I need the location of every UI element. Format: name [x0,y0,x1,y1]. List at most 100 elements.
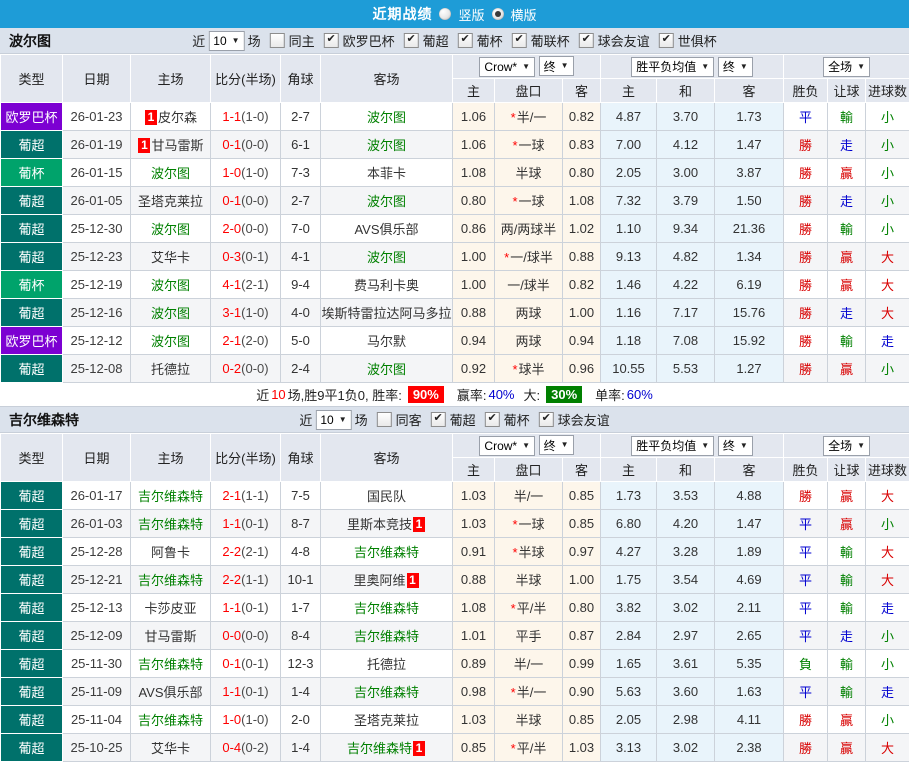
handicap: *半球 [495,538,563,566]
league-checkbox[interactable] [431,412,446,427]
corner-score: 2-4 [281,355,321,383]
handicap-text: 半/一 [517,110,547,125]
odds-group-header: Crow*▼ 终▼ [453,55,601,79]
handicap-text: 半球 [519,545,545,560]
vertical-layout-radio[interactable] [439,8,451,20]
same-venue-checkbox[interactable] [270,33,285,48]
half-time-score: (2-1) [241,544,268,559]
league-checkbox[interactable] [404,33,419,48]
league-checkbox[interactable] [539,412,554,427]
home-odds: 0.94 [453,327,495,355]
league-checkbox[interactable] [579,33,594,48]
home-team-cell: 1甘马雷斯 [131,131,211,159]
score-cell: 0-1(0-0) [211,131,281,159]
avg-time-select[interactable]: 终▼ [718,436,753,456]
caret-down-icon: ▼ [857,442,865,450]
result-cell: 平 [784,103,828,131]
select-value: 全场 [828,437,852,454]
odds-time-select[interactable]: 终▼ [539,56,574,76]
avg-away-odds: 21.36 [715,215,784,243]
bookmaker-select[interactable]: Crow*▼ [479,57,535,77]
handicap: *一球 [495,510,563,538]
match-date: 26-01-05 [63,187,131,215]
home-odds: 1.03 [453,706,495,734]
away-odds: 0.85 [563,510,601,538]
column-header: 日期 [63,434,131,482]
match-date: 26-01-23 [63,103,131,131]
corner-score: 7-0 [281,215,321,243]
early-odds-star: * [511,741,516,756]
avg-home-odds: 1.65 [601,650,657,678]
competition-badge: 葡超 [1,355,62,382]
goals-result-cell: 走 [866,594,909,622]
score-cell: 0-4(0-2) [211,734,281,762]
horizontal-layout-radio[interactable] [492,8,504,20]
league-checkbox[interactable] [458,33,473,48]
team-name: 波尔图 [367,110,406,125]
match-scope-select[interactable]: 全场 ▼ [823,436,870,456]
near-label: 近 [299,410,312,429]
competition-badge: 葡超 [1,299,62,326]
competition-badge: 葡超 [1,566,62,593]
avg-home-odds: 4.87 [601,103,657,131]
match-scope-select[interactable]: 全场▼ [823,57,870,77]
avg-draw-odds: 3.02 [657,734,715,762]
league-label: 欧罗巴杯 [343,31,395,50]
summary-segment: 30% [546,386,582,403]
games-count-select[interactable]: 10▼ [315,410,351,430]
avg-metric-select[interactable]: 胜平负均值▼ [631,436,714,456]
corner-score: 1-4 [281,678,321,706]
results-table: 类型日期主场比分(半场)角球客场Crow*▼ 终▼胜平负均值▼ 终▼全场▼主盘口… [0,433,909,762]
league-checkbox[interactable] [512,33,527,48]
handicap-result-cell: 輸 [828,594,866,622]
goals-result-cell: 大 [866,566,909,594]
team-name: 吉尔维森特 [354,601,419,616]
home-odds: 0.88 [453,299,495,327]
handicap-result-cell: 輸 [828,538,866,566]
home-odds: 0.88 [453,566,495,594]
summary-segment: 场,胜9平1负0, 胜率: [288,385,402,404]
column-header: 主场 [131,434,211,482]
avg-away-odds: 15.92 [715,327,784,355]
avg-away-odds: 1.63 [715,678,784,706]
bookmaker-select[interactable]: Crow*▼ [479,436,535,456]
caret-down-icon: ▼ [701,442,709,450]
avg-home-odds: 2.05 [601,159,657,187]
scope-group-header: 全场▼ [784,55,909,79]
avg-time-select[interactable]: 终▼ [718,57,753,77]
away-odds: 0.82 [563,103,601,131]
result-cell: 勝 [784,159,828,187]
half-time-score: (1-1) [241,488,268,503]
caret-down-icon: ▼ [232,37,240,45]
games-count-select[interactable]: 10▼ [208,31,244,51]
handicap-text: 一球 [519,194,545,209]
match-row: 葡超25-12-21吉尔维森特2-2(1-1)10-1里奥阿维10.88半球1.… [1,566,909,594]
avg-metric-select[interactable]: 胜平负均值▼ [631,57,714,77]
handicap: *平/半 [495,594,563,622]
odds-time-select[interactable]: 终▼ [539,435,574,455]
home-odds: 1.00 [453,271,495,299]
avg-away-odds: 5.35 [715,650,784,678]
team-name: 阿鲁卡 [151,545,190,560]
handicap-result-cell: 贏 [828,482,866,510]
team-name: 吉尔维森特 [354,545,419,560]
full-time-score: 1-1 [222,109,241,124]
avg-group-header: 胜平负均值▼ 终▼ [601,434,784,458]
team-name: 吉尔维森特 [138,657,203,672]
match-row: 葡超25-11-09AVS俱乐部1-1(0-1)1-4吉尔维森特0.98*半/一… [1,678,909,706]
corner-score: 7-3 [281,159,321,187]
league-checkbox[interactable] [659,33,674,48]
early-odds-star: * [512,545,517,560]
handicap-text: 半/一 [514,489,544,504]
league-label: 葡超 [423,31,449,50]
league-checkbox[interactable] [485,412,500,427]
league-checkbox[interactable] [324,33,339,48]
home-team-cell: 托德拉 [131,355,211,383]
avg-home-odds: 3.13 [601,734,657,762]
same-venue-checkbox[interactable] [377,412,392,427]
summary-segment: 大: [524,385,541,404]
handicap-text: 两球 [515,334,541,349]
team-name: 吉尔维森特 [347,741,412,756]
away-team-cell: 本菲卡 [321,159,453,187]
home-odds: 1.06 [453,131,495,159]
